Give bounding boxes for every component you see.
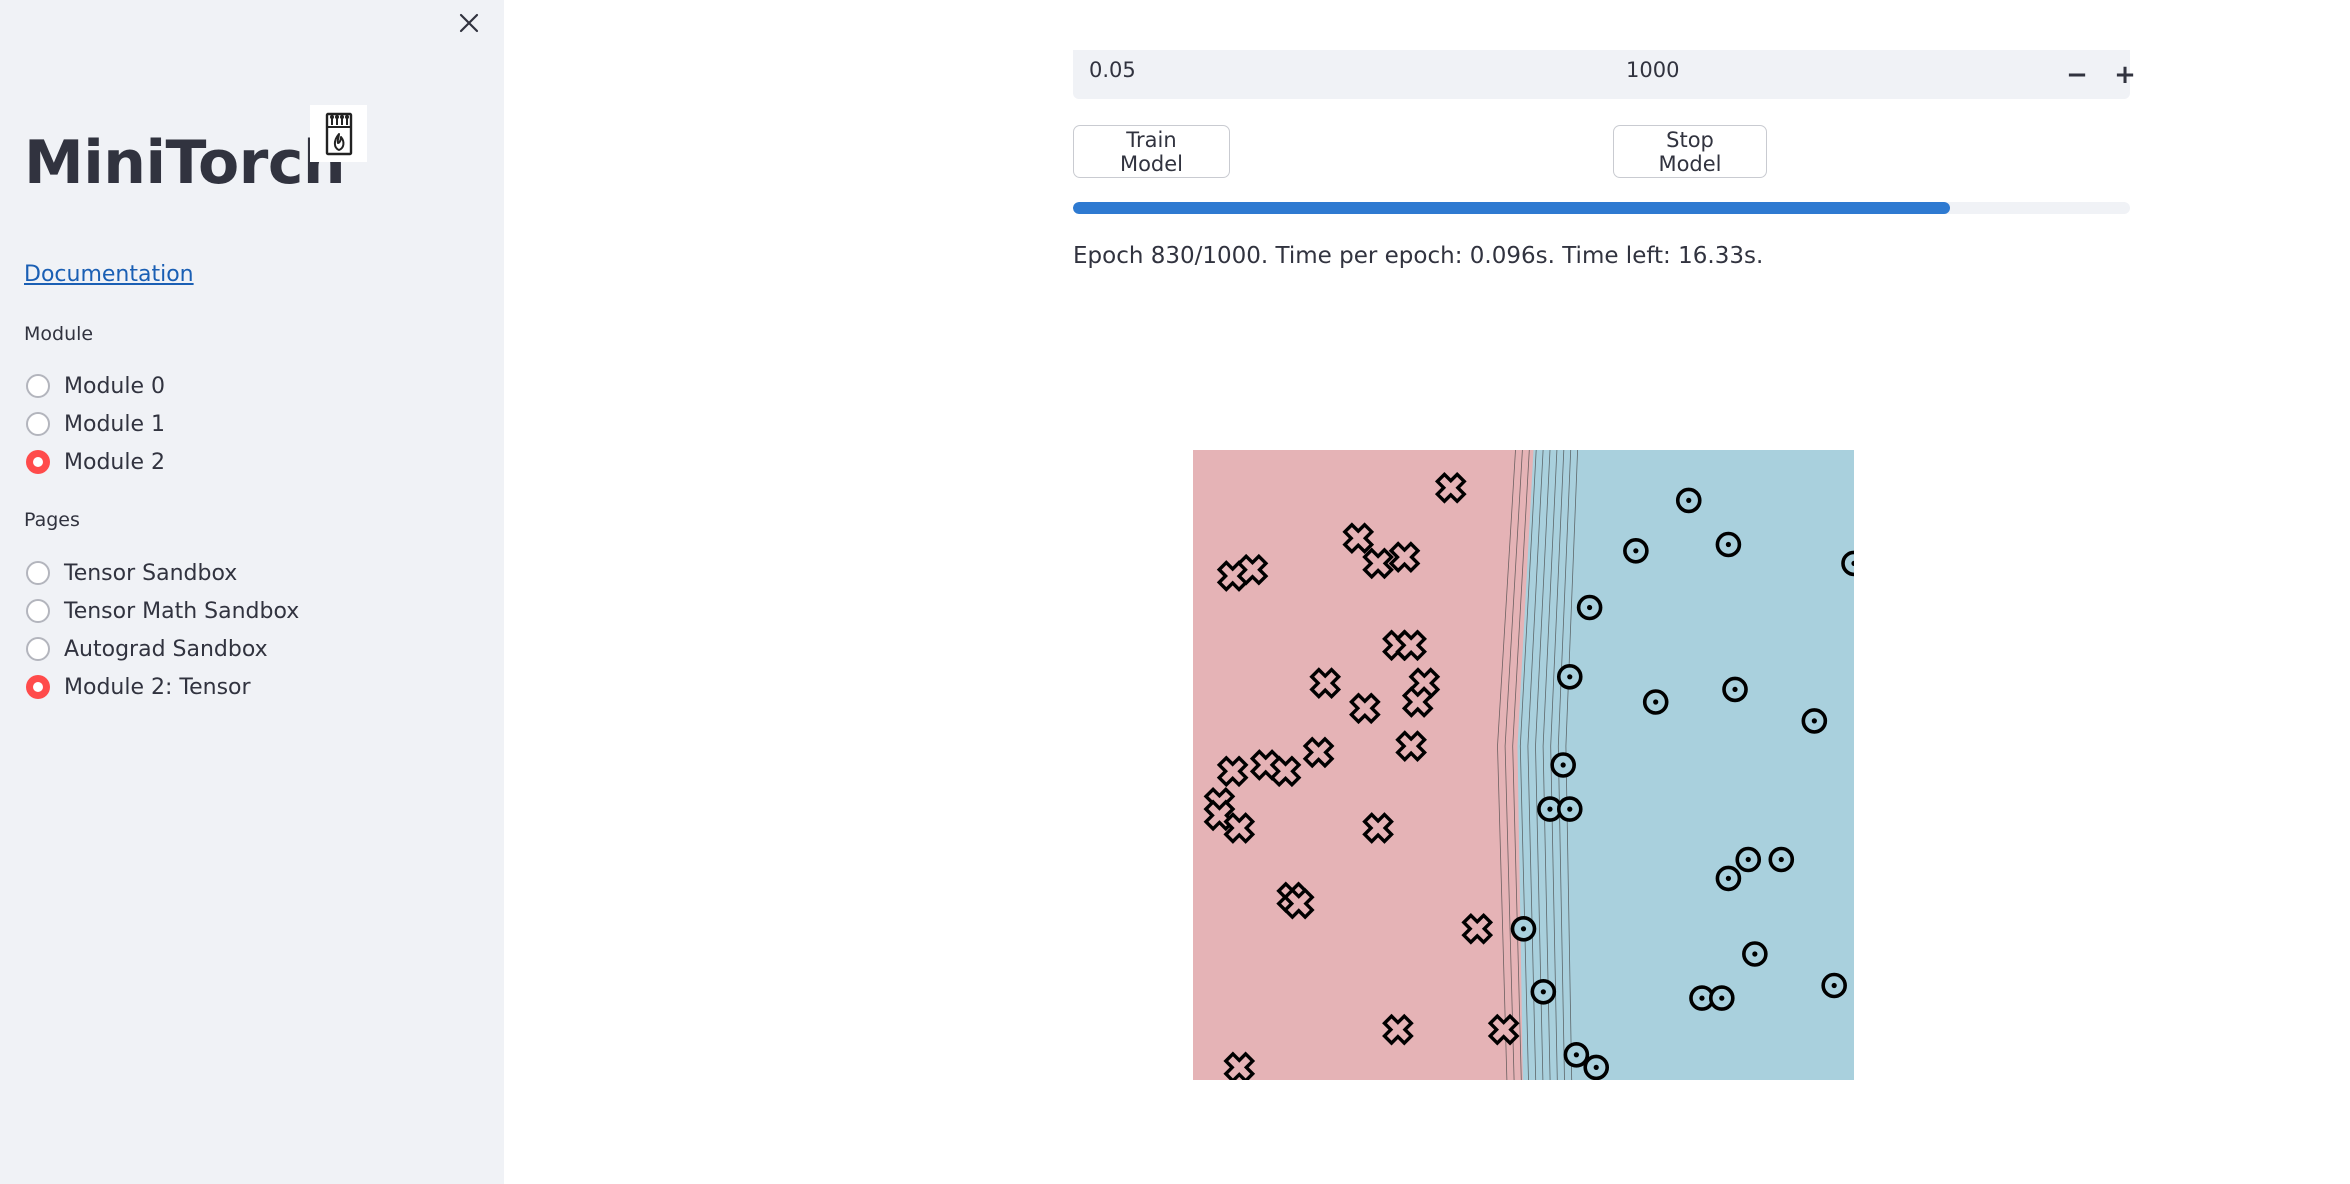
training-progress-bar	[1073, 202, 2130, 214]
close-sidebar-button[interactable]	[452, 6, 486, 40]
train-model-button[interactable]: Train Model	[1073, 125, 1230, 178]
minitorch-logo	[310, 105, 367, 162]
app-title: MiniTorch	[24, 128, 346, 198]
class-1-point	[1768, 846, 1795, 873]
class-1-point	[1742, 941, 1768, 967]
module-group-label: Module	[24, 323, 94, 345]
sidebar: MiniTorch Documentation Module Module 0	[0, 0, 504, 1184]
stop-model-button[interactable]: Stop Model	[1613, 125, 1767, 178]
class-1-point	[1510, 915, 1537, 942]
class-1-point	[1623, 538, 1649, 564]
scatter-plot-svg	[1193, 450, 1854, 1080]
increment-button[interactable]: +	[2105, 50, 2145, 99]
class-1-point	[1583, 1054, 1610, 1080]
radio-circle[interactable]	[26, 637, 50, 661]
class-1-point	[1841, 550, 1854, 577]
radio-circle[interactable]	[26, 412, 50, 436]
pages-group-label: Pages	[24, 509, 80, 531]
training-status-text: Epoch 830/1000. Time per epoch: 0.096s. …	[1073, 243, 1764, 269]
class-1-point	[1556, 796, 1583, 822]
radio-page-autograd-sandbox[interactable]: Autograd Sandbox	[26, 634, 268, 664]
parameters-row: 0.05 1000 − +	[1073, 50, 2136, 99]
decision-boundary-plot	[1193, 450, 1854, 1080]
class-1-point	[1715, 865, 1742, 892]
class-1-point	[1715, 531, 1742, 558]
class-1-point	[1722, 676, 1748, 703]
class-1-point	[1735, 846, 1762, 873]
radio-label: Module 0	[64, 373, 165, 399]
radio-page-tensor-math-sandbox[interactable]: Tensor Math Sandbox	[26, 596, 299, 626]
class-1-point	[1821, 972, 1847, 999]
progress-fill	[1073, 202, 1951, 214]
documentation-link[interactable]: Documentation	[24, 262, 194, 287]
class-1-point	[1556, 664, 1583, 690]
radio-label: Tensor Math Sandbox	[64, 598, 300, 624]
radio-label: Module 2	[64, 449, 165, 475]
class-1-point	[1563, 1041, 1590, 1068]
radio-label: Tensor Sandbox	[64, 560, 238, 586]
close-icon	[459, 13, 479, 33]
radio-circle[interactable]	[26, 374, 50, 398]
class-1-point	[1550, 752, 1576, 778]
radio-circle-selected[interactable]	[26, 450, 50, 474]
decrement-button[interactable]: −	[2057, 50, 2097, 99]
radio-module-2[interactable]: Module 2	[26, 447, 165, 477]
radio-label: Module 1	[64, 411, 165, 437]
class-1-point	[1530, 978, 1557, 1005]
radio-label: Autograd Sandbox	[64, 636, 268, 662]
radio-module-0[interactable]: Module 0	[26, 371, 165, 401]
matchbox-flame-icon	[325, 112, 352, 155]
radio-module-1[interactable]: Module 1	[26, 409, 165, 439]
class-1-point	[1801, 708, 1828, 734]
radio-page-tensor-sandbox[interactable]: Tensor Sandbox	[26, 558, 237, 588]
radio-circle[interactable]	[26, 599, 50, 623]
radio-page-module-2-tensor[interactable]: Module 2: Tensor	[26, 672, 251, 702]
radio-circle[interactable]	[26, 561, 50, 585]
class-1-point	[1576, 594, 1603, 621]
class-1-point	[1675, 487, 1702, 514]
radio-circle-selected[interactable]	[26, 675, 50, 699]
epochs-input[interactable]: 1000	[1626, 58, 1679, 82]
class-1-point	[1708, 985, 1735, 1011]
radio-label: Module 2: Tensor	[64, 674, 251, 700]
learning-rate-input[interactable]: 0.05	[1089, 58, 1136, 82]
class-1-point	[1642, 689, 1669, 715]
